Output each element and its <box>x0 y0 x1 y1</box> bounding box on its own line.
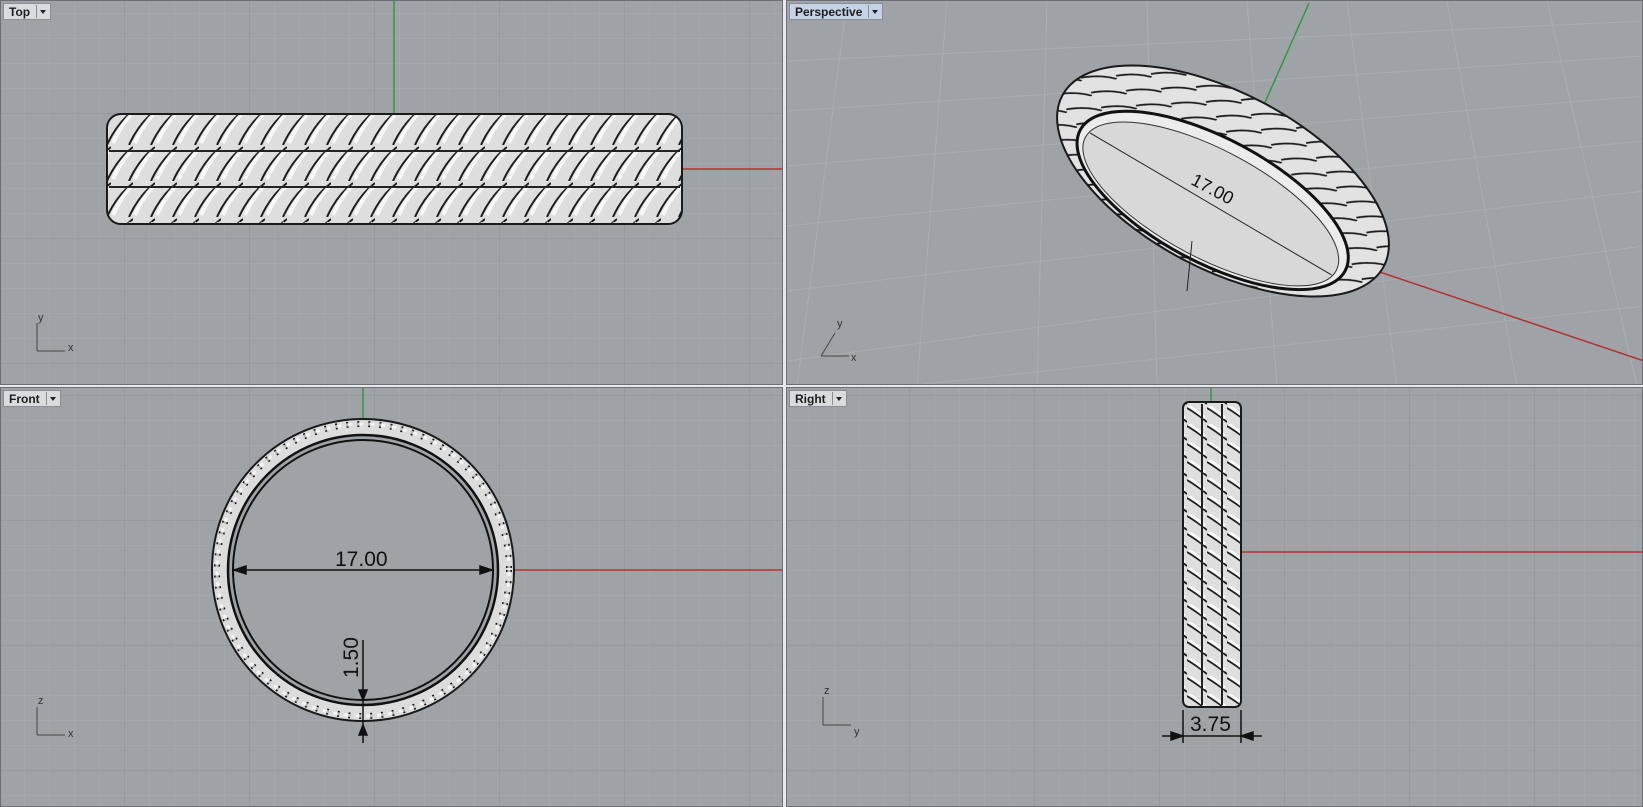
perspective-canvas: 17.00 x y <box>787 1 1642 384</box>
axis-label-x: x <box>68 728 74 740</box>
viewport-right[interactable]: 3.75 y z Right <box>786 387 1643 807</box>
axis-label-y: y <box>854 726 860 738</box>
thickness-dimension-text: 1.50 <box>340 637 363 678</box>
diameter-dimension-text: 17.00 <box>335 548 388 571</box>
axis-label-x: x <box>851 352 857 364</box>
axis-label-z: z <box>824 685 830 697</box>
viewport-tab-perspective[interactable]: Perspective <box>789 3 884 20</box>
viewport-tab-top[interactable]: Top <box>3 3 52 20</box>
viewport-title: Right <box>795 391 826 406</box>
viewport-front[interactable]: 17.00 1.50 x z Front <box>0 387 783 807</box>
ring-right-view[interactable] <box>1182 401 1242 708</box>
right-canvas: 3.75 y z <box>787 388 1642 806</box>
viewport-tab-front[interactable]: Front <box>3 390 61 407</box>
top-canvas: x y <box>1 1 782 384</box>
axis-label-x: x <box>68 342 74 354</box>
axis-label-z: z <box>38 695 44 707</box>
axis-label-y: y <box>837 318 843 330</box>
viewport-tab-right[interactable]: Right <box>789 390 847 407</box>
width-dimension-text: 3.75 <box>1190 713 1231 736</box>
chevron-down-icon[interactable] <box>868 5 880 18</box>
chevron-down-icon[interactable] <box>45 392 58 405</box>
viewport-perspective[interactable]: 17.00 x y Perspective <box>786 0 1643 385</box>
axis-label-y: y <box>38 312 44 324</box>
chevron-down-icon[interactable] <box>831 392 844 405</box>
ring-top-view[interactable] <box>106 113 683 225</box>
viewport-title: Perspective <box>795 4 863 19</box>
viewport-title: Top <box>9 4 31 19</box>
chevron-down-icon[interactable] <box>36 5 48 18</box>
viewport-title: Front <box>9 391 40 406</box>
front-canvas: 17.00 1.50 x z <box>1 388 782 806</box>
viewport-top[interactable]: x y Top <box>0 0 783 385</box>
